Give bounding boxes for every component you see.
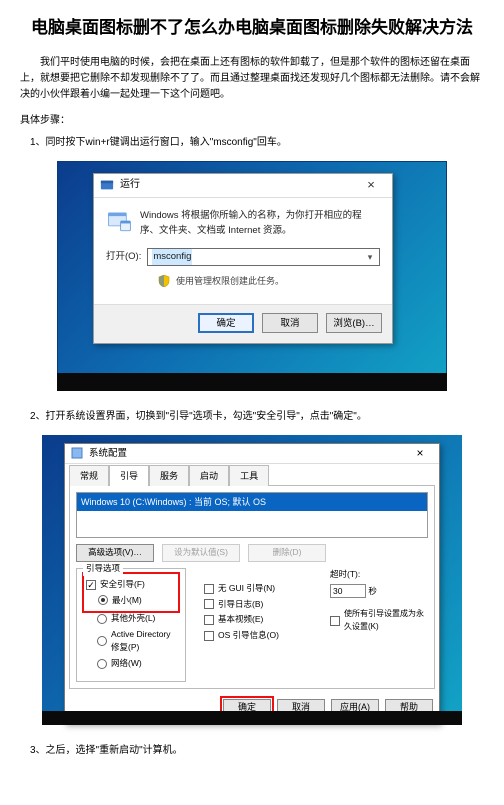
admin-note-text: 使用管理权限创建此任务。 (176, 274, 284, 288)
tab-general[interactable]: 常规 (69, 465, 109, 486)
msconfig-icon (71, 447, 83, 459)
run-program-icon (106, 208, 132, 234)
ad-repair-radio[interactable] (97, 636, 107, 646)
run-desc: Windows 将根据你所输入的名称，为你打开相应的程序、文件夹、文档或 Int… (140, 208, 380, 238)
network-radio[interactable] (97, 659, 107, 669)
step-3: 3、之后，选择"重新启动"计算机。 (30, 743, 484, 759)
network-label: 网络(W) (111, 657, 142, 671)
nogui-checkbox[interactable] (204, 584, 214, 594)
article-title: 电脑桌面图标删不了怎么办电脑桌面图标删除失败解决方法 (20, 16, 484, 41)
nogui-label: 无 GUI 引导(N) (218, 582, 275, 596)
system-config-title: 系统配置 (89, 446, 407, 461)
step-2: 2、打开系统设置界面，切换到"引导"选项卡，勾选"安全引导"，点击"确定"。 (30, 409, 484, 425)
boot-options-legend: 引导选项 (83, 562, 123, 576)
boot-entry[interactable]: Windows 10 (C:\Windows) : 当前 OS; 默认 OS (77, 493, 427, 511)
boot-entry-list[interactable]: Windows 10 (C:\Windows) : 当前 OS; 默认 OS (76, 492, 428, 538)
cancel-button[interactable]: 取消 (262, 313, 318, 333)
system-config-dialog: 系统配置 × 常规 引导 服务 启动 工具 Windows 10 (C:\Win… (64, 443, 440, 724)
run-title-text: 运行 (120, 177, 356, 193)
timeout-legend: 超时(T): (330, 568, 428, 582)
basevideo-label: 基本视频(E) (218, 613, 263, 627)
minimal-radio[interactable] (98, 595, 108, 605)
article-intro: 我们平时使用电脑的时候，会把在桌面上还有图标的软件卸载了，但是那个软件的图标还留… (20, 55, 484, 103)
close-icon[interactable]: × (356, 175, 386, 196)
boot-flags-group: 无 GUI 引导(N) 引导日志(B) 基本视频(E) OS 引导信息(O) (196, 568, 320, 682)
boot-panel: Windows 10 (C:\Windows) : 当前 OS; 默认 OS 高… (69, 485, 435, 689)
delete-button: 删除(D) (248, 544, 326, 562)
permanent-checkbox[interactable] (330, 616, 340, 626)
tab-tools[interactable]: 工具 (229, 465, 269, 486)
advanced-options-button[interactable]: 高级选项(V)… (76, 544, 154, 562)
bootlog-checkbox[interactable] (204, 599, 214, 609)
shield-icon (158, 275, 170, 287)
ok-button[interactable]: 确定 (198, 313, 254, 333)
run-dialog: 运行 × Windows 将根据你所输入的名称，为你打开相应的程序、文件夹、文档… (93, 173, 393, 345)
open-label: 打开(O): (106, 249, 141, 264)
browse-button[interactable]: 浏览(B)… (326, 313, 382, 333)
taskbar (57, 373, 447, 391)
osinfo-label: OS 引导信息(O) (218, 629, 279, 643)
minimal-label: 最小(M) (112, 594, 142, 608)
set-default-button: 设为默认值(S) (162, 544, 240, 562)
timeout-input[interactable] (330, 584, 366, 598)
chevron-down-icon[interactable]: ▾ (363, 250, 377, 264)
altshell-label: 其他外壳(L) (111, 612, 155, 626)
safe-boot-checkbox[interactable] (86, 580, 96, 590)
safe-boot-highlight: 安全引导(F) 最小(M) (85, 575, 177, 610)
tab-services[interactable]: 服务 (149, 465, 189, 486)
admin-note: 使用管理权限创建此任务。 (158, 274, 380, 288)
osinfo-checkbox[interactable] (204, 631, 214, 641)
steps-heading: 具体步骤： (20, 113, 484, 129)
basevideo-checkbox[interactable] (204, 615, 214, 625)
desktop-screenshot-2: 系统配置 × 常规 引导 服务 启动 工具 Windows 10 (C:\Win… (42, 435, 462, 725)
ad-repair-label: Active Directory 修复(P) (111, 628, 177, 655)
permanent-label: 使所有引导设置成为永久设置(K) (344, 608, 428, 634)
bootlog-label: 引导日志(B) (218, 598, 263, 612)
boot-options-group: 引导选项 安全引导(F) 最小(M) 其他外壳(L) Active Direct… (76, 568, 186, 682)
tab-strip: 常规 引导 服务 启动 工具 (65, 464, 439, 485)
run-icon (100, 178, 114, 192)
open-value: msconfig (152, 249, 192, 264)
tab-boot[interactable]: 引导 (109, 465, 149, 486)
timeout-group: 超时(T): 秒 使所有引导设置成为永久设置(K) (330, 568, 428, 682)
tab-startup[interactable]: 启动 (189, 465, 229, 486)
safe-boot-label: 安全引导(F) (100, 578, 145, 592)
step-1: 1、同时按下win+r键调出运行窗口，输入"msconfig"回车。 (30, 135, 484, 151)
open-combobox[interactable]: msconfig ▾ (147, 248, 380, 266)
altshell-radio[interactable] (97, 614, 107, 624)
timeout-unit: 秒 (368, 586, 377, 596)
desktop-screenshot-1: 运行 × Windows 将根据你所输入的名称，为你打开相应的程序、文件夹、文档… (57, 161, 447, 391)
close-icon[interactable]: × (407, 444, 433, 463)
